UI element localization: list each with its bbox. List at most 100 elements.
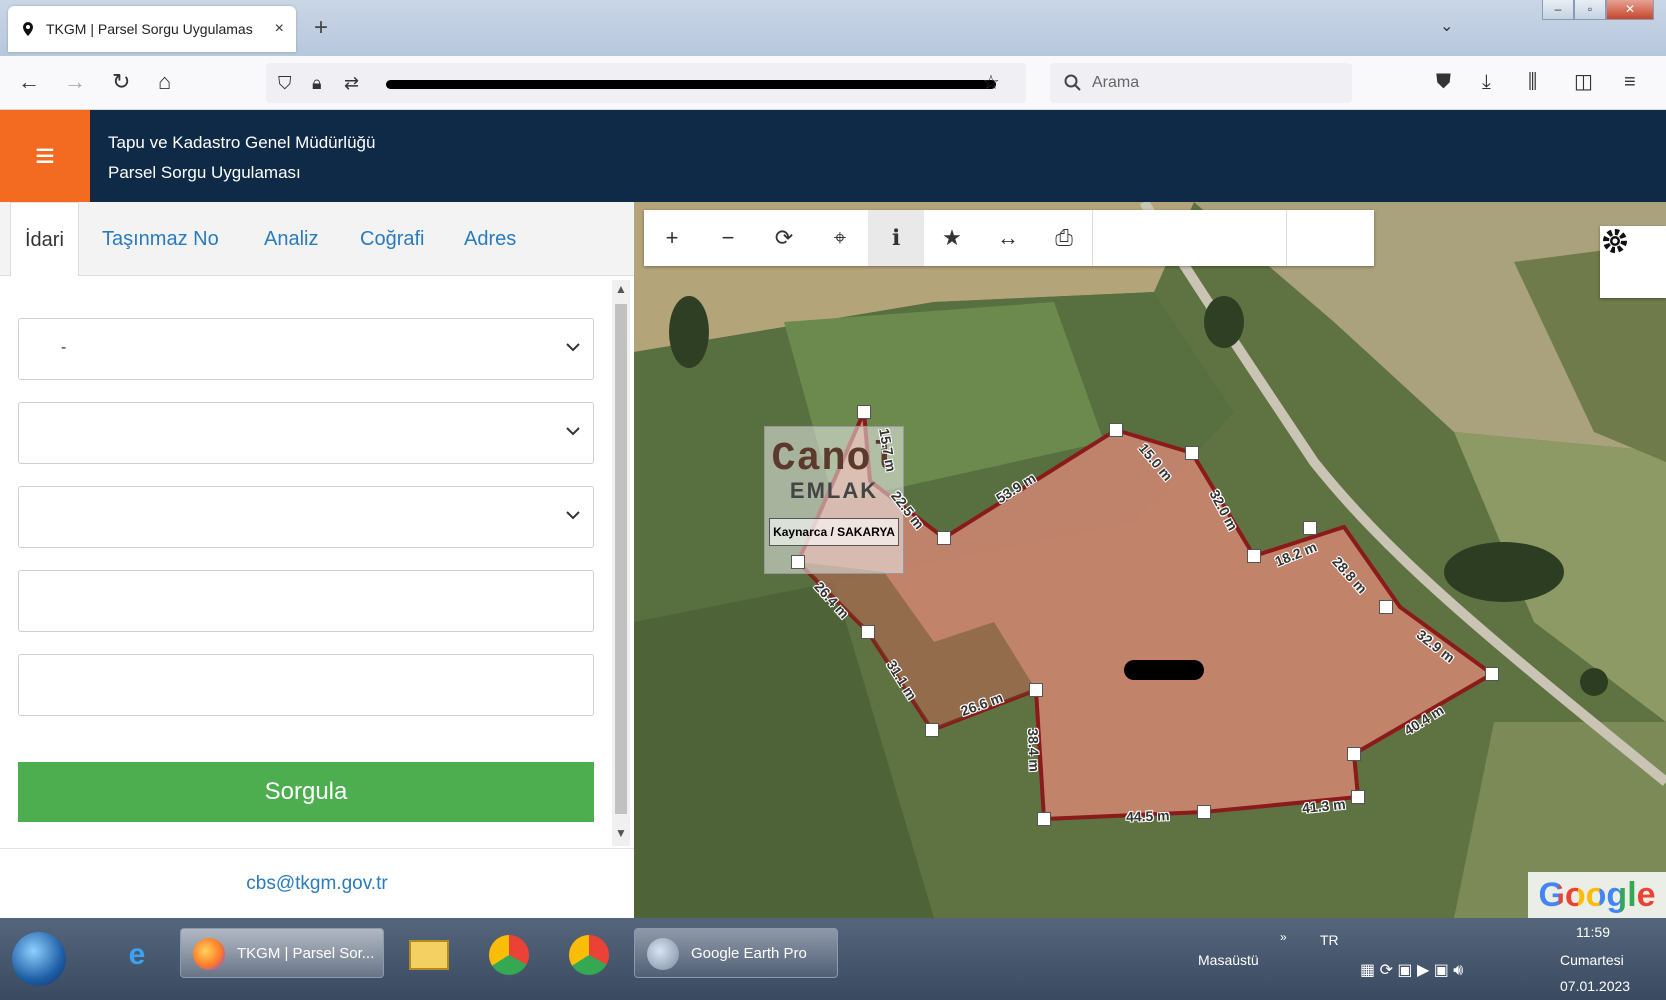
parcel-vertex-handle[interactable] (925, 723, 939, 737)
map-pin-icon (23, 22, 33, 36)
scroll-up-icon[interactable]: ▲ (612, 282, 630, 300)
back-arrow-icon[interactable]: ← (18, 70, 40, 94)
new-tab-button[interactable]: + (314, 14, 328, 42)
sorgula-button[interactable]: Sorgula (18, 762, 594, 822)
parcel-vertex-handle[interactable] (1347, 747, 1361, 761)
windows-taskbar: e TKGM | Parsel Sor... Google Earth Pro … (0, 918, 1666, 1000)
clock-time[interactable]: 11:59 (1576, 924, 1610, 940)
desktop-toolbar-label[interactable]: Masaüstü (1198, 952, 1259, 968)
tab-adres[interactable]: Adres (464, 202, 516, 276)
sidebar-icon[interactable]: ◫ (1574, 70, 1593, 94)
tray-icons[interactable]: ▦ ⟳ ▣ ▶ ▣ 🔊︎ (1360, 960, 1463, 980)
tab-tasinmaz-no[interactable]: Taşınmaz No (102, 202, 219, 276)
chevron-down-icon (566, 427, 580, 436)
browser-nav-bar: ← → ↻ ⌂ ⛉ 🔒︎ ⇄ ☆ Arama ⛊ ⤓ ⫼ ◫ ≡ (0, 56, 1666, 110)
query-tabs: İdari Taşınmaz No Analiz Coğrafi Adres (0, 202, 634, 276)
chrome-icon[interactable] (564, 930, 614, 980)
parcel-vertex-handle[interactable] (937, 531, 951, 545)
province-select[interactable]: - (18, 318, 594, 380)
parcel-vertex-handle[interactable] (861, 625, 875, 639)
scroll-thumb[interactable] (615, 304, 627, 814)
shield-icon[interactable]: ⛉ (278, 71, 292, 95)
watermark-line3: Kaynarca / SAKARYA (769, 518, 899, 546)
hamburger-menu-icon[interactable]: ≡ (0, 110, 90, 202)
forward-arrow-icon[interactable]: → (64, 70, 86, 94)
refresh-icon[interactable]: ⟳ (756, 210, 812, 266)
search-placeholder: Arama (1092, 74, 1140, 91)
district-select[interactable] (18, 402, 594, 464)
parcel-vertex-handle[interactable] (1029, 683, 1043, 697)
parcel-vertex-handle[interactable] (1109, 423, 1123, 437)
neighborhood-select[interactable] (18, 486, 594, 548)
home-icon[interactable]: ⌂ (158, 70, 171, 94)
basemap-select[interactable] (1092, 210, 1286, 266)
windows-start-button[interactable] (12, 932, 66, 986)
maximize-window-button[interactable]: ▫ (1574, 0, 1606, 20)
pocket-icon[interactable]: ⛊ (1436, 70, 1451, 94)
permissions-icon[interactable]: ⇄ (344, 71, 359, 95)
gear-icon (1603, 229, 1627, 253)
app-menu-icon[interactable]: ≡ (1624, 70, 1636, 94)
parcel-number-input[interactable] (18, 654, 594, 716)
file-explorer-icon[interactable] (404, 930, 454, 980)
taskbar-task-google-earth[interactable]: Google Earth Pro (634, 928, 838, 978)
tab-close-icon[interactable]: × (275, 20, 284, 38)
input-language-indicator[interactable]: TR (1320, 932, 1339, 948)
parcel-vertex-handle[interactable] (1351, 790, 1365, 804)
app-header: ≡ Tapu ve Kadastro Genel Müdürlüğü Parse… (0, 110, 1666, 202)
org-title-line2: Parsel Sorgu Uygulaması (108, 163, 301, 182)
star-icon[interactable]: ★ (924, 210, 980, 266)
search-bar[interactable]: Arama (1050, 63, 1352, 103)
clock-date[interactable]: 07.01.2023 (1560, 978, 1630, 994)
satellite-map[interactable]: Canol EMLAK Kaynarca / SAKARYA 15.7 m 22… (634, 202, 1666, 918)
scroll-down-icon[interactable]: ▼ (612, 826, 630, 844)
parcel-vertex-handle[interactable] (1037, 812, 1051, 826)
tab-cografi[interactable]: Coğrafi (360, 202, 424, 276)
toolbar-expand-icon[interactable]: » (1280, 930, 1287, 944)
block-number-input[interactable] (18, 570, 594, 632)
reload-icon[interactable]: ↻ (112, 70, 130, 94)
tab-idari[interactable]: İdari (10, 202, 79, 276)
settings-gear-icon[interactable] (1600, 226, 1666, 298)
lock-icon[interactable]: 🔒︎ (312, 71, 322, 95)
parcel-vertex-handle[interactable] (1485, 667, 1499, 681)
parcel-vertex-handle[interactable] (857, 405, 871, 419)
chevron-down-icon (566, 511, 580, 520)
internet-explorer-icon[interactable]: e (112, 930, 162, 980)
toolbar-extra-slot[interactable] (1286, 210, 1358, 266)
locate-crosshair-icon[interactable]: ⌖ (812, 210, 868, 266)
contact-email-link[interactable]: cbs@tkgm.gov.tr (0, 848, 634, 918)
close-window-button[interactable]: ✕ (1606, 0, 1654, 20)
query-form: - Sorgula (0, 276, 610, 848)
google-attribution: Google (1528, 872, 1666, 918)
info-icon[interactable]: ℹ (868, 210, 924, 266)
measure-arrows-icon[interactable]: ↔ (980, 210, 1036, 266)
download-icon[interactable]: ⤓ (1482, 70, 1491, 94)
edge-length-label: 44.5 m (1125, 807, 1170, 825)
bookmark-star-icon[interactable]: ☆ (982, 71, 1000, 95)
browser-tab-strip: TKGM | Parsel Sorgu Uygulamas × + ⌄ – ▫ … (0, 0, 1666, 56)
parcel-vertex-handle[interactable] (1379, 600, 1393, 614)
print-icon[interactable]: ⎙ (1036, 210, 1092, 266)
chrome-profile-icon[interactable] (484, 930, 534, 980)
parcel-vertex-handle[interactable] (1303, 521, 1317, 535)
org-title-line1: Tapu ve Kadastro Genel Müdürlüğü (108, 133, 376, 152)
parcel-vertex-handle[interactable] (791, 555, 805, 569)
zoom-in-icon[interactable]: + (644, 210, 700, 266)
tab-analiz[interactable]: Analiz (264, 202, 318, 276)
parcel-vertex-handle[interactable] (1247, 549, 1261, 563)
zoom-out-icon[interactable]: − (700, 210, 756, 266)
taskbar-task-label: TKGM | Parsel Sor... (237, 944, 375, 962)
address-bar[interactable]: ⛉ 🔒︎ ⇄ ☆ (266, 63, 1026, 103)
browser-tab-active[interactable]: TKGM | Parsel Sorgu Uygulamas × (8, 6, 296, 52)
tab-list-chevron-icon[interactable]: ⌄ (1440, 16, 1453, 36)
window-controls: – ▫ ✕ (1542, 0, 1654, 20)
parcel-vertex-handle[interactable] (1185, 446, 1199, 460)
parcel-vertex-handle[interactable] (1197, 805, 1211, 819)
panel-scrollbar[interactable]: ▲ ▼ (612, 280, 630, 846)
minimize-window-button[interactable]: – (1542, 0, 1574, 20)
google-logo-text: Google (1538, 876, 1656, 914)
library-icon[interactable]: ⫼ (1528, 70, 1537, 94)
taskbar-task-firefox[interactable]: TKGM | Parsel Sor... (180, 928, 384, 978)
clock-day[interactable]: Cumartesi (1560, 952, 1624, 968)
